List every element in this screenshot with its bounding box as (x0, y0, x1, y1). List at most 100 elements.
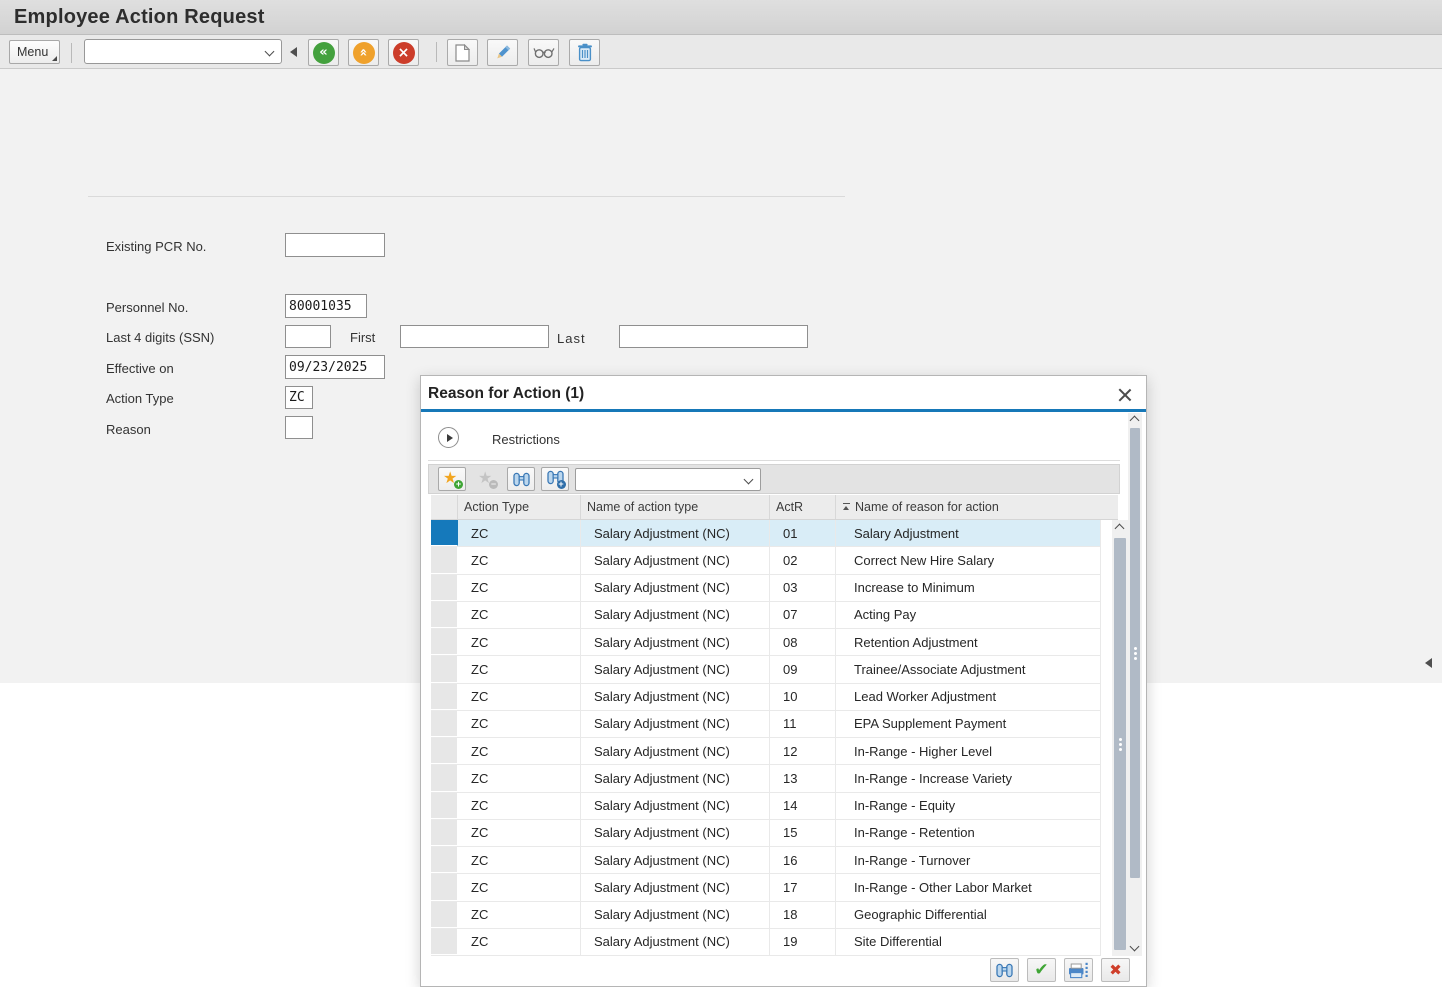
row-selection-marker[interactable] (431, 820, 458, 846)
cell-reason[interactable]: EPA Supplement Payment (836, 711, 1101, 737)
cell-name-of-action-type[interactable]: Salary Adjustment (NC) (581, 575, 770, 601)
scroll-up-icon[interactable] (1115, 524, 1125, 534)
column-header-reason[interactable]: Name of reason for action (836, 495, 1118, 519)
cell-action-type[interactable]: ZC (458, 793, 581, 819)
cell-reason[interactable]: In-Range - Higher Level (836, 738, 1101, 764)
action-type-input[interactable] (285, 386, 313, 409)
table-row[interactable]: ZC Salary Adjustment (NC) 12 In-Range - … (431, 738, 1101, 765)
cell-action-type[interactable]: ZC (458, 847, 581, 873)
row-selection-marker[interactable] (431, 711, 458, 737)
cell-reason[interactable]: Salary Adjustment (836, 520, 1101, 546)
scroll-up-icon[interactable] (1130, 416, 1140, 426)
cell-actr[interactable]: 14 (770, 793, 836, 819)
cell-name-of-action-type[interactable]: Salary Adjustment (NC) (581, 520, 770, 546)
scroll-down-icon[interactable] (1130, 942, 1140, 952)
cell-actr[interactable]: 16 (770, 847, 836, 873)
cell-action-type[interactable]: ZC (458, 520, 581, 546)
cell-actr[interactable]: 12 (770, 738, 836, 764)
cell-name-of-action-type[interactable]: Salary Adjustment (NC) (581, 738, 770, 764)
row-selection-marker[interactable] (431, 765, 458, 791)
table-row[interactable]: ZC Salary Adjustment (NC) 13 In-Range - … (431, 765, 1101, 792)
dialog-print-button[interactable] (1064, 958, 1093, 982)
chevron-down-icon[interactable] (744, 475, 754, 485)
cell-action-type[interactable]: ZC (458, 602, 581, 628)
table-row[interactable]: ZC Salary Adjustment (NC) 19 Site Differ… (431, 929, 1101, 956)
row-selection-marker[interactable] (431, 547, 458, 573)
insert-in-personal-list-button[interactable]: ★ + (438, 467, 466, 491)
personal-list-combo[interactable] (575, 468, 761, 491)
close-icon[interactable] (1115, 385, 1135, 405)
cell-action-type[interactable]: ZC (458, 575, 581, 601)
table-row[interactable]: ZC Salary Adjustment (NC) 09 Trainee/Ass… (431, 656, 1101, 683)
row-selection-marker[interactable] (431, 656, 458, 682)
find-next-button[interactable]: + (541, 467, 569, 491)
cell-action-type[interactable]: ZC (458, 929, 581, 955)
dialog-scrollbar-thumb[interactable] (1130, 428, 1140, 878)
cell-actr[interactable]: 03 (770, 575, 836, 601)
cell-reason[interactable]: In-Range - Equity (836, 793, 1101, 819)
cell-action-type[interactable]: ZC (458, 874, 581, 900)
table-row[interactable]: ZC Salary Adjustment (NC) 11 EPA Supplem… (431, 711, 1101, 738)
column-header-name-of-action-type[interactable]: Name of action type (581, 495, 770, 519)
cell-name-of-action-type[interactable]: Salary Adjustment (NC) (581, 820, 770, 846)
row-selection-marker[interactable] (431, 793, 458, 819)
dialog-find-button[interactable] (990, 958, 1019, 982)
existing-pcr-input[interactable] (285, 233, 385, 257)
cell-reason[interactable]: In-Range - Increase Variety (836, 765, 1101, 791)
column-header-action-type[interactable]: Action Type (458, 495, 581, 519)
row-selection-marker[interactable] (431, 629, 458, 655)
cell-actr[interactable]: 19 (770, 929, 836, 955)
table-row[interactable]: ZC Salary Adjustment (NC) 16 In-Range - … (431, 847, 1101, 874)
row-selection-marker[interactable] (431, 929, 458, 955)
row-selection-marker[interactable] (431, 684, 458, 710)
table-row[interactable]: ZC Salary Adjustment (NC) 07 Acting Pay (431, 602, 1101, 629)
cell-action-type[interactable]: ZC (458, 656, 581, 682)
toolbar-collapse-icon[interactable] (290, 47, 297, 57)
table-scrollbar-thumb[interactable] (1114, 538, 1126, 950)
cell-actr[interactable]: 01 (770, 520, 836, 546)
reason-input[interactable] (285, 416, 313, 439)
row-selection-marker[interactable] (431, 738, 458, 764)
cell-reason[interactable]: Acting Pay (836, 602, 1101, 628)
cell-name-of-action-type[interactable]: Salary Adjustment (NC) (581, 602, 770, 628)
cell-name-of-action-type[interactable]: Salary Adjustment (NC) (581, 684, 770, 710)
cell-actr[interactable]: 07 (770, 602, 836, 628)
exit-button[interactable]: « (348, 39, 379, 66)
find-button[interactable] (507, 467, 535, 491)
cell-actr[interactable]: 17 (770, 874, 836, 900)
cell-actr[interactable]: 09 (770, 656, 836, 682)
cell-action-type[interactable]: ZC (458, 820, 581, 846)
row-selection-marker[interactable] (431, 847, 458, 873)
row-selection-marker[interactable] (431, 874, 458, 900)
row-selection-marker[interactable] (431, 602, 458, 628)
dialog-cancel-button[interactable]: ✖ (1101, 958, 1130, 982)
cell-actr[interactable]: 11 (770, 711, 836, 737)
last-name-input[interactable] (619, 325, 808, 348)
cell-actr[interactable]: 02 (770, 547, 836, 573)
cell-reason[interactable]: In-Range - Other Labor Market (836, 874, 1101, 900)
cell-name-of-action-type[interactable]: Salary Adjustment (NC) (581, 847, 770, 873)
display-button[interactable] (528, 39, 559, 66)
cell-action-type[interactable]: ZC (458, 684, 581, 710)
cell-name-of-action-type[interactable]: Salary Adjustment (NC) (581, 711, 770, 737)
cell-name-of-action-type[interactable]: Salary Adjustment (NC) (581, 902, 770, 928)
effective-on-input[interactable] (285, 355, 385, 379)
table-row[interactable]: ZC Salary Adjustment (NC) 08 Retention A… (431, 629, 1101, 656)
change-button[interactable] (487, 39, 518, 66)
first-name-input[interactable] (400, 325, 549, 348)
cell-reason[interactable]: Geographic Differential (836, 902, 1101, 928)
command-field[interactable] (84, 39, 282, 64)
menu-button[interactable]: Menu (9, 40, 60, 64)
cell-actr[interactable]: 10 (770, 684, 836, 710)
column-header-actr[interactable]: ActR (770, 495, 836, 519)
cell-reason[interactable]: Retention Adjustment (836, 629, 1101, 655)
cell-actr[interactable]: 15 (770, 820, 836, 846)
cell-reason[interactable]: Site Differential (836, 929, 1101, 955)
row-selection-marker[interactable] (431, 902, 458, 928)
cancel-button[interactable]: × (388, 39, 419, 66)
cell-reason[interactable]: Lead Worker Adjustment (836, 684, 1101, 710)
cell-name-of-action-type[interactable]: Salary Adjustment (NC) (581, 874, 770, 900)
cell-name-of-action-type[interactable]: Salary Adjustment (NC) (581, 656, 770, 682)
cell-actr[interactable]: 08 (770, 629, 836, 655)
cell-name-of-action-type[interactable]: Salary Adjustment (NC) (581, 793, 770, 819)
